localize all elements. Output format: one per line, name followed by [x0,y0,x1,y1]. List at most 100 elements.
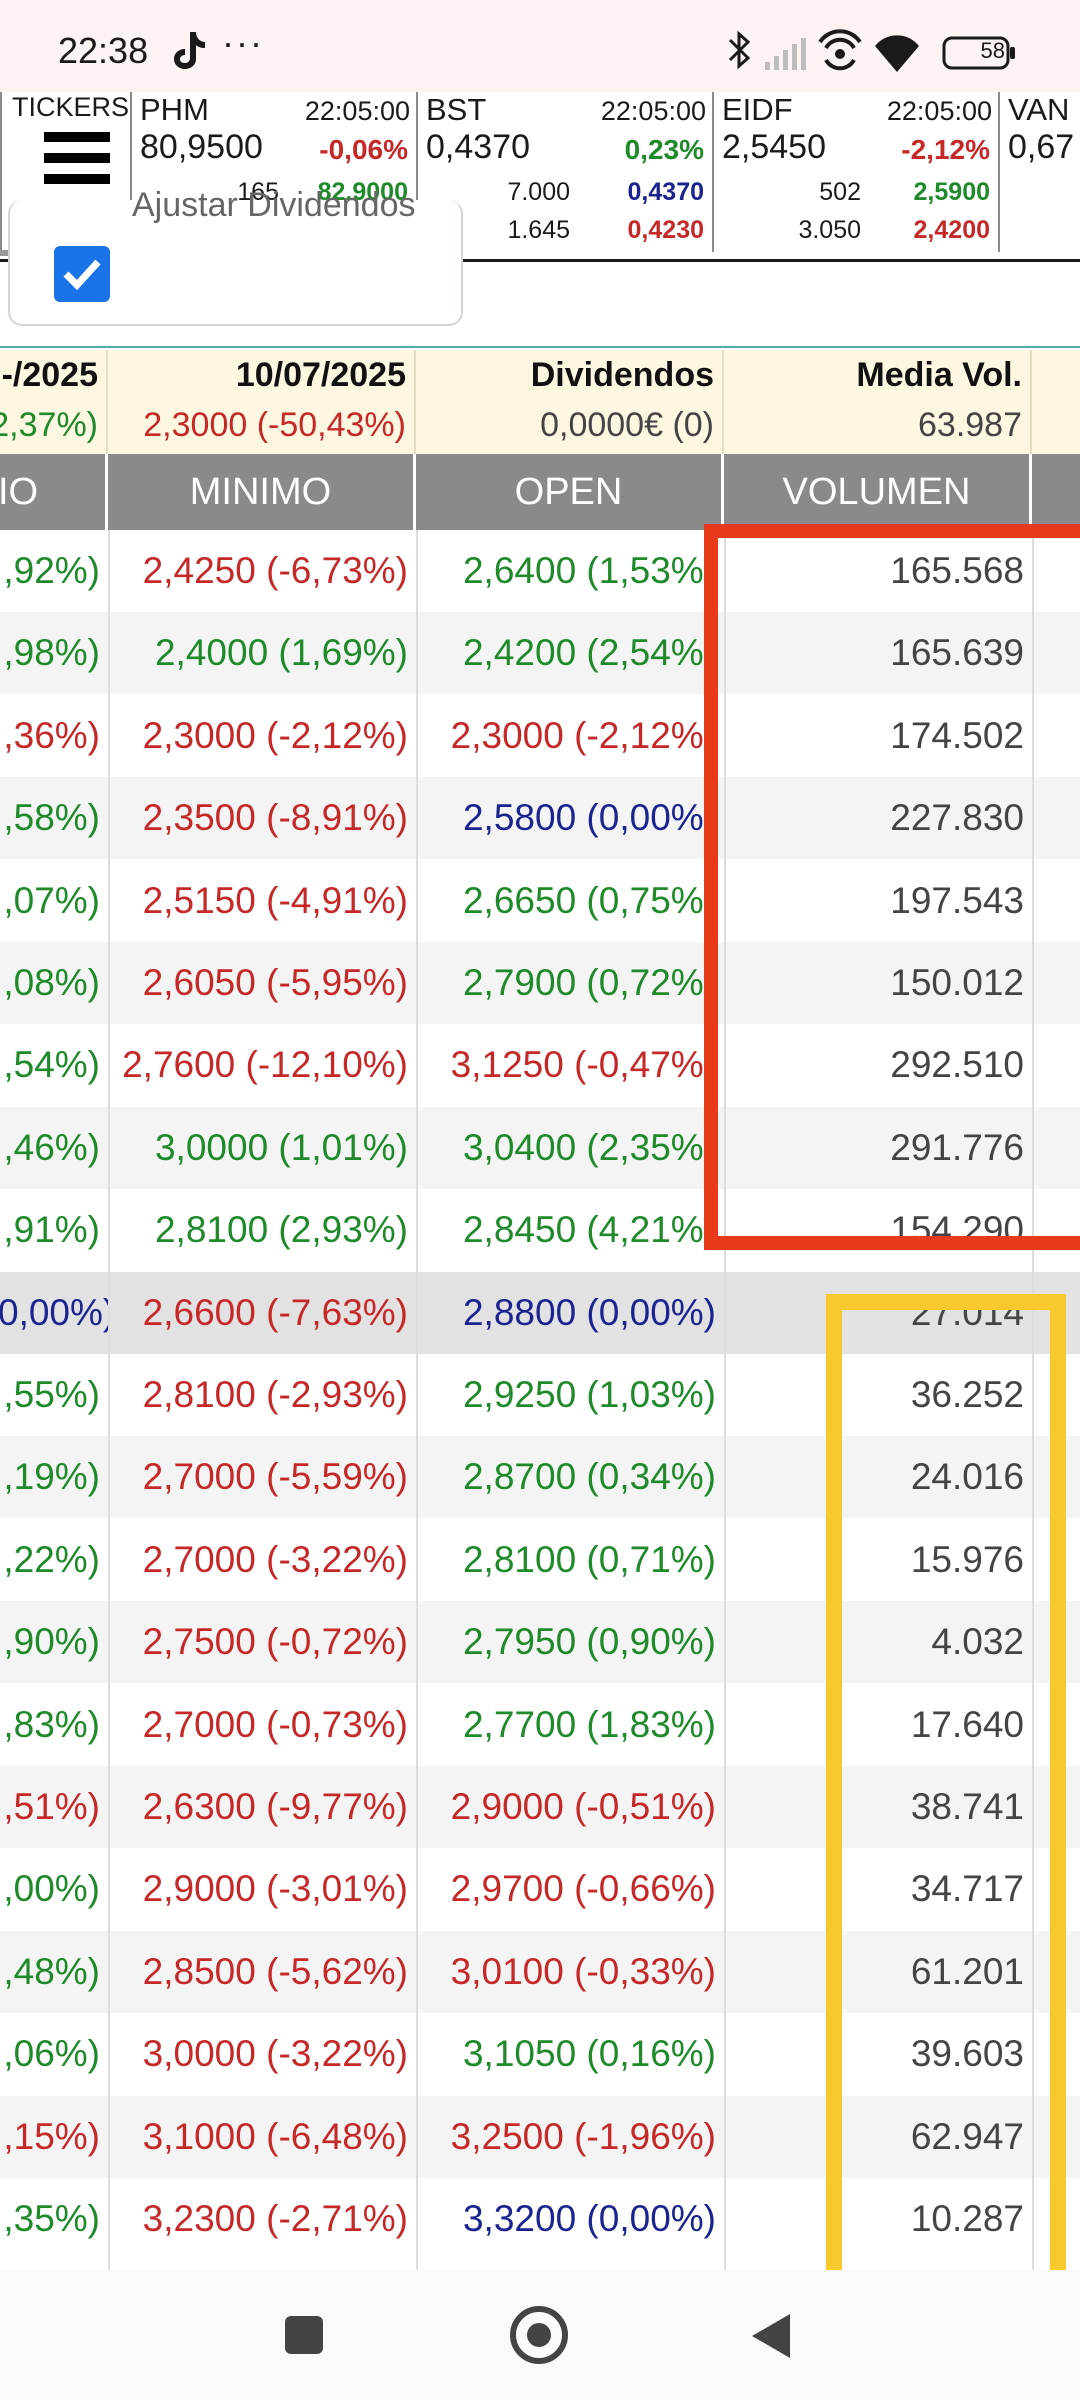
cell-open: 2,9700 (-0,66%) [450,1868,716,1910]
home-icon[interactable] [510,2306,568,2364]
summary-cell: 10/07/2025 2,3000 (-50,43%) [108,350,416,454]
cell-change: ,22%) [3,1538,100,1580]
cell-minimo: 2,4250 (-6,73%) [142,550,408,591]
cell-open: 2,9000 (-0,51%) [450,1786,716,1827]
ticker-high: 2,5900 [913,178,990,206]
column-header[interactable]: MINIMO [108,454,416,530]
cell-change: ,51%) [3,1786,100,1827]
ticker-change: 0,23% [624,134,704,165]
cell-minimo: 2,7000 (-3,22%) [142,1538,408,1580]
recents-icon[interactable] [285,2316,323,2354]
column-header[interactable]: OPEN [416,454,724,530]
cell-open: 2,8450 (4,21%) [462,1209,716,1251]
cell-open: 2,8700 (0,34%) [462,1456,716,1498]
cell-change: ,35%) [3,2198,100,2239]
column-header[interactable]: IO [0,454,108,530]
ticker-card[interactable]: VAN0,673.5. [1000,92,1080,252]
cell-open: 2,9250 (1,03%) [462,1374,716,1415]
ticker-symbol: VAN [1008,92,1070,127]
cell-change: ,15%) [3,2115,100,2157]
cell-change: ,54%) [3,1044,100,1086]
cell-change: ,36%) [3,714,100,756]
bluetooth-icon [728,30,751,70]
cell-open: 2,5800 (0,00%) [462,797,716,839]
cell-change: ,07%) [3,879,100,921]
column-divider [416,530,418,2270]
tiktok-icon [174,32,205,69]
column-header[interactable] [1032,454,1080,530]
ticker-change: -0,06% [319,134,408,165]
cell-open: 2,7950 (0,90%) [462,1621,716,1663]
cell-change: ,92%) [3,550,100,591]
cell-open: 3,2500 (-1,96%) [450,2115,716,2157]
table-header: IO MINIMO OPEN VOLUMEN [0,454,1080,530]
cell-change: ,06%) [3,2033,100,2075]
cell-minimo: 3,0000 (-3,22%) [142,2033,408,2075]
cell-change: ,90%) [3,1621,100,1663]
summary-value: 2,3000 (-50,43%) [143,406,406,444]
cell-minimo: 3,1000 (-6,48%) [142,2115,408,2157]
summary-cell: Dividendos 0,0000€ (0) [416,350,724,454]
back-icon[interactable] [752,2314,790,2358]
ticker-price: 80,9500 [140,128,263,166]
cell-change: ,19%) [3,1456,100,1498]
summary-cell [1032,350,1080,454]
cell-change: ,55%) [3,1374,100,1415]
cell-open: 2,7900 (0,72%) [462,962,716,1003]
ticker-low: 2,4200 [913,216,990,244]
hotspot-icon [818,29,862,71]
more-notifications-icon: ··· [222,22,264,63]
system-nav-bar [0,2270,1080,2400]
status-time: 22:38 [58,30,149,71]
checkmark-icon [63,259,101,291]
cell-minimo: 2,6050 (-5,95%) [142,962,408,1003]
tickers-label: TICKERS [12,92,130,122]
cell-minimo: 2,7600 (-12,10%) [122,1044,408,1086]
ticker-bid-size: 7.000 [507,178,570,206]
cell-minimo: 2,9000 (-3,01%) [142,1868,408,1910]
ticker-time: 22:05:00 [304,96,410,126]
ticker-bid-size: 502 [819,178,861,206]
cell-open: 3,3200 (0,00%) [462,2198,716,2239]
cell-open: 3,0400 (2,35%) [462,1126,716,1168]
cell-change: ,46%) [3,1126,100,1168]
app-screen: 22:38 ··· 58 TICKERS PHM 22:05:00 80,950… [0,0,1080,2400]
summary-label: Media Vol. [856,356,1022,394]
cell-change: ,98%) [3,632,100,674]
status-bar: 22:38 ··· 58 [0,0,1080,92]
summary-row: -/2025 2,37%) 10/07/2025 2,3000 (-50,43%) Di… [0,350,1080,454]
summary-cell: -/2025 2,37%) [0,350,108,454]
cell-minimo: 2,8100 (-2,93%) [142,1374,408,1415]
cell-minimo: 2,6300 (-9,77%) [142,1786,408,1827]
cell-minimo: 3,0000 (1,01%) [154,1126,408,1168]
cell-minimo: 2,8500 (-5,62%) [142,1950,408,1992]
battery-level: 58 [980,38,1005,63]
cell-minimo: 2,3500 (-8,91%) [142,797,408,839]
column-header[interactable]: VOLUMEN [724,454,1032,530]
cell-change: 0,00%) [0,1291,108,1333]
wifi-icon [875,35,919,72]
ticker-price: 0,67 [1008,128,1075,166]
red-highlight-box [704,524,1080,1250]
ticker-price: 2,5450 [722,128,826,166]
signal-icon [765,38,806,70]
cell-open: 3,0100 (-0,33%) [450,1950,716,1992]
summary-value: 63.987 [918,406,1022,444]
cell-minimo: 2,7000 (-5,59%) [142,1456,408,1498]
divider [0,346,1080,348]
adjust-dividends-panel: Ajustar Dividendos [8,186,463,326]
cell-change: ,08%) [3,962,100,1003]
hamburger-menu-icon[interactable] [44,132,110,184]
ticker-high: 0,4370 [627,178,704,206]
status-icons [728,29,1015,72]
ticker-price: 0,4370 [426,128,530,166]
cell-open: 3,1250 (-0,47%) [450,1044,716,1086]
summary-label: 10/07/2025 [235,356,406,394]
cell-minimo: 2,5150 (-4,91%) [142,879,408,921]
cell-minimo: 3,2300 (-2,71%) [142,2198,408,2239]
ticker-low: 0,4230 [627,216,704,244]
cell-open: 2,3000 (-2,12%) [450,714,716,756]
ticker-card[interactable]: EIDF 22:05:00 2,5450 -2,12% 502 2,5900 3.050 2,… [714,92,1000,252]
cell-minimo: 2,6600 (-7,63%) [142,1291,408,1333]
adjust-dividends-checkbox[interactable] [54,246,110,302]
